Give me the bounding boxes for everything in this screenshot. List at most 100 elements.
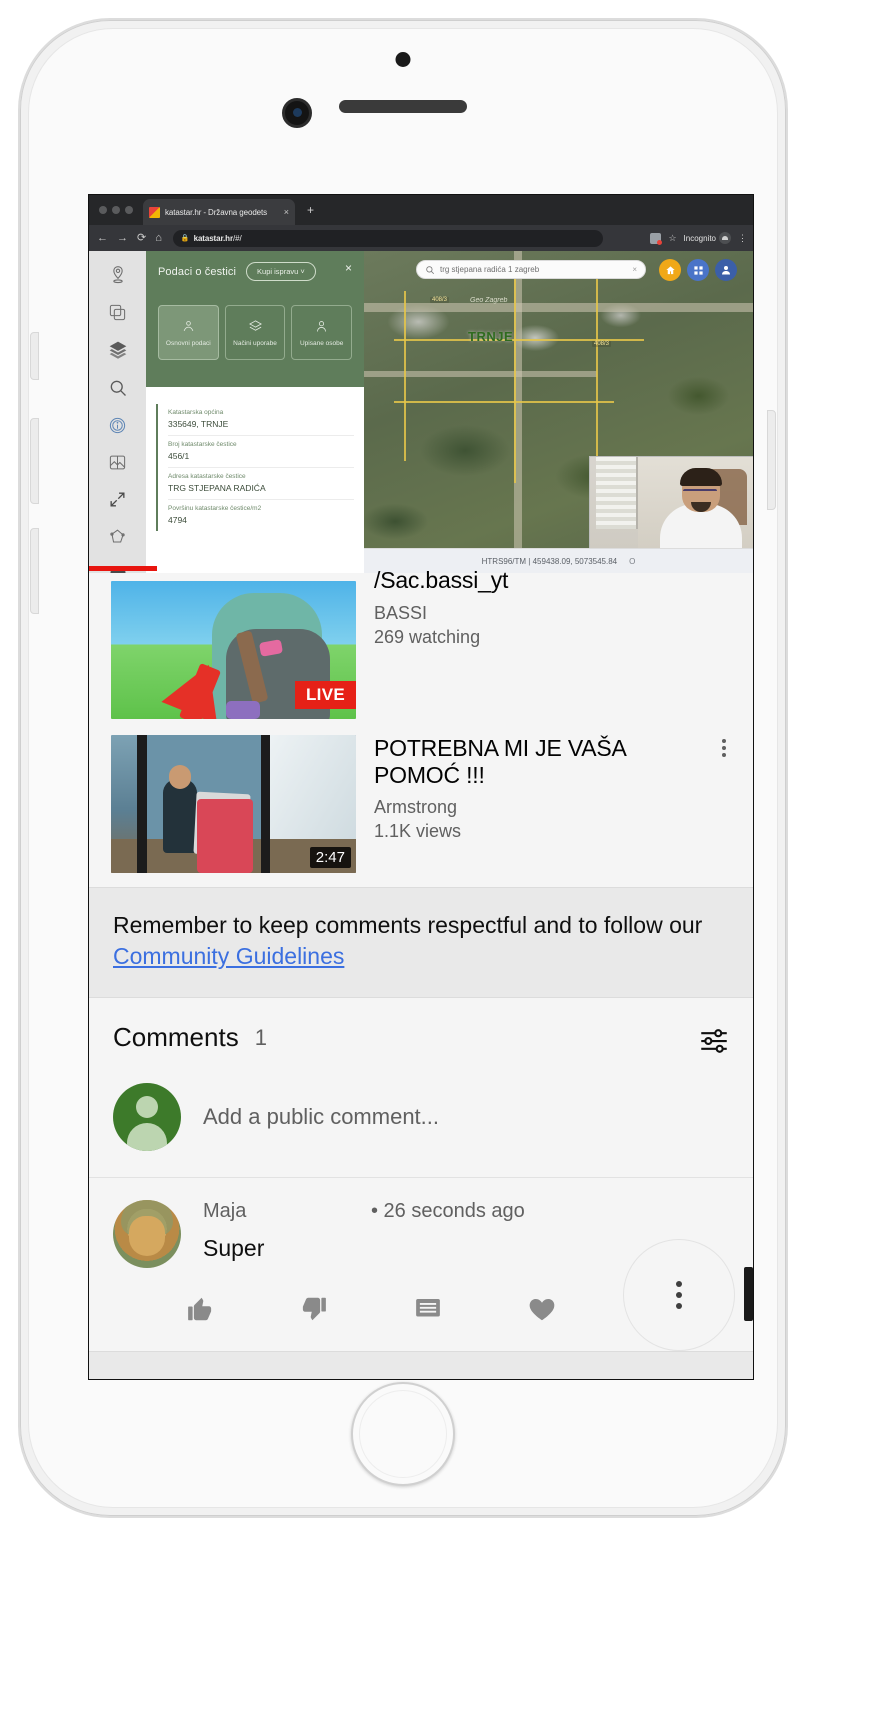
volume-up-button[interactable] [30, 418, 39, 504]
map-account-button[interactable] [715, 259, 737, 281]
comments-count: 1 [254, 1024, 267, 1050]
add-comment-row[interactable]: Add a public comment... [89, 1073, 753, 1179]
grid-icon [693, 265, 703, 275]
comment-author[interactable]: Maja [203, 1200, 371, 1223]
comment-meta: Maja • 26 seconds ago [203, 1200, 729, 1223]
reload-icon[interactable]: ⟳ [137, 232, 146, 244]
window-close-dot[interactable] [99, 206, 107, 214]
search-icon [426, 265, 435, 274]
parcel-fields-inner: Katastarska općina 335649, TRNJE Broj ka… [156, 404, 354, 531]
forward-icon[interactable]: → [117, 232, 128, 244]
parcel-tabs: Osnovni podaci Načini uporabe Upisane os… [158, 305, 353, 360]
thumbs-down-icon[interactable] [299, 1294, 413, 1324]
url-domain: katastar.hr [193, 233, 233, 243]
add-comment-input[interactable]: Add a public comment... [203, 1104, 439, 1130]
video-thumbnail[interactable]: 2:47 [111, 735, 356, 873]
field-label: Adresa katastarske čestice [168, 473, 246, 480]
katastar-favicon-icon [149, 206, 160, 218]
pip-person-glasses [683, 489, 717, 496]
browser-menu-icon[interactable]: ⋮ [738, 233, 747, 244]
field-label: Površinu katastarske čestice/m2 [168, 505, 262, 512]
search-icon[interactable] [107, 378, 129, 398]
avatar[interactable] [113, 1200, 181, 1269]
field-label: Katastarska općina [168, 409, 224, 416]
video-list-item[interactable]: LIVE /Sac.bassi_yt BASSI 269 watching [89, 567, 753, 727]
thumb-bar-left [137, 735, 147, 873]
window-maximize-dot[interactable] [125, 206, 133, 214]
thumb-character-cuff [226, 701, 260, 719]
thumb-bar-right [261, 735, 270, 873]
buy-document-button[interactable]: Kupi ispravu ˅ [246, 262, 316, 281]
proximity-sensor-dot [395, 52, 411, 67]
parcel-field: Adresa katastarske čestice TRG STJEPANA … [168, 468, 354, 500]
video-player-screenshare[interactable]: katastar.hr - Državna geodets × + ← → ⟳ … [89, 195, 753, 573]
browser-tab-title: katastar.hr - Državna geodets [165, 207, 268, 217]
clear-icon[interactable]: × [632, 265, 637, 274]
browser-tab-strip: katastar.hr - Državna geodets × + [89, 195, 753, 225]
sort-filter-icon[interactable] [697, 1024, 731, 1063]
bookmark-star-icon[interactable]: ☆ [668, 233, 676, 244]
video-stats: 1.1K views [374, 821, 462, 842]
map-coordinates: HTRS96/TM | 459438.09, 5073545.84 [481, 556, 618, 566]
browser-tab[interactable]: katastar.hr - Državna geodets × [143, 199, 295, 225]
tab-label: Načini uporabe [233, 339, 277, 347]
map-layers-button[interactable] [687, 259, 709, 281]
mute-switch[interactable] [30, 332, 39, 380]
tab-label: Osnovni podaci [165, 339, 211, 347]
location-pin-icon[interactable] [107, 265, 129, 285]
volume-down-button[interactable] [30, 528, 39, 614]
comment-guidelines-notice: Remember to keep comments respectful and… [89, 887, 753, 999]
suggested-videos-list: LIVE /Sac.bassi_yt BASSI 269 watching 2:… [89, 567, 753, 887]
map-search-value: trg stjepana radića 1 zagreb [440, 265, 540, 274]
video-meta: POTREBNA MI JE VAŠA POMOĆ !!! Armstrong … [374, 735, 733, 842]
map-parcel-boundary [394, 401, 614, 403]
address-bar[interactable]: 🔒 katastar.hr/#/ [172, 229, 603, 247]
parcel-panel-header-row: Podaci o čestici Kupi ispravu ˅ [158, 262, 352, 281]
cadastral-map[interactable]: 408/3 408/3 Geo Zagreb TRNJE trg stjepan… [364, 251, 753, 573]
map-search-input[interactable]: trg stjepana radića 1 zagreb × [416, 260, 646, 279]
webcam-picture-in-picture[interactable] [589, 456, 753, 548]
print-active-underline [89, 566, 157, 571]
scrollbar-thumb[interactable] [744, 1267, 753, 1321]
kebab-menu-icon[interactable] [713, 739, 735, 757]
home-icon [665, 265, 675, 274]
new-tab-icon[interactable]: + [307, 203, 314, 217]
phone-screen: katastar.hr - Državna geodets × + ← → ⟳ … [88, 194, 754, 1380]
map-home-button[interactable] [659, 259, 681, 281]
window-minimize-dot[interactable] [112, 206, 120, 214]
info-circle-icon[interactable] [107, 416, 129, 435]
image-compare-icon[interactable] [107, 453, 129, 472]
copy-layers-icon[interactable] [107, 303, 129, 322]
thumb-red-object [197, 799, 253, 873]
floating-more-options-button[interactable] [623, 1239, 735, 1351]
home-icon[interactable]: ⌂ [155, 232, 162, 244]
field-value: 335649, TRNJE [168, 419, 229, 429]
thumb-window [264, 735, 356, 843]
video-list-item[interactable]: 2:47 POTREBNA MI JE VAŠA POMOĆ !!! Armst… [89, 727, 753, 881]
comments-heading: Comments [113, 1022, 239, 1053]
power-button[interactable] [767, 410, 776, 510]
lock-icon: 🔒 [180, 235, 190, 242]
duration-badge: 2:47 [309, 847, 351, 868]
tab-upisane-osobe[interactable]: Upisane osobe [291, 305, 353, 360]
parcel-info-panel: Podaci o čestici Kupi ispravu ˅ × Osnovn… [146, 251, 364, 573]
video-meta: /Sac.bassi_yt BASSI 269 watching [374, 567, 733, 648]
fullscreen-arrows-icon[interactable] [107, 490, 129, 509]
close-icon[interactable]: × [345, 262, 352, 274]
field-value: 456/1 [168, 451, 190, 461]
field-value: 4794 [168, 515, 187, 525]
tab-nacini-uporabe[interactable]: Načini uporabe [224, 305, 286, 360]
tab-osnovni-podaci[interactable]: Osnovni podaci [158, 305, 219, 360]
close-icon[interactable]: × [284, 207, 289, 217]
video-thumbnail[interactable]: LIVE [111, 581, 356, 719]
back-icon[interactable]: ← [97, 232, 108, 244]
polygon-measure-icon[interactable] [107, 527, 129, 546]
incognito-indicator[interactable]: Incognito [684, 232, 731, 244]
thumbs-up-icon[interactable] [185, 1294, 299, 1324]
stacked-layers-icon[interactable] [107, 340, 129, 360]
map-road [364, 371, 598, 377]
community-guidelines-link[interactable]: Community Guidelines [113, 943, 344, 969]
reply-icon[interactable] [413, 1294, 527, 1324]
extension-icon[interactable] [650, 232, 663, 245]
home-button[interactable] [351, 1382, 455, 1486]
